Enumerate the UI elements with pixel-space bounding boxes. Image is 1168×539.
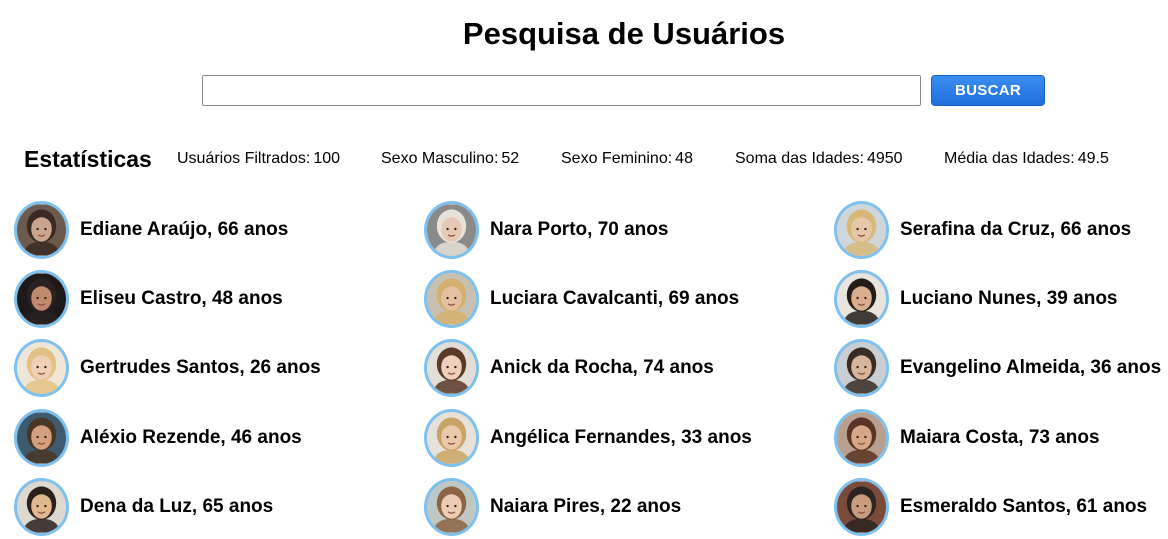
user-card: Luciano Nunes, 39 anos [834,269,1118,329]
user-name-age: Ediane Araújo, 66 anos [80,219,289,240]
user-name-age: Luciara Cavalcanti, 69 anos [490,288,740,309]
user-name-age: Eliseu Castro, 48 anos [80,288,283,309]
user-name-age: Nara Porto, 70 anos [490,219,669,240]
user-card: Luciara Cavalcanti, 69 anos [424,269,739,329]
avatar [424,409,479,467]
user-name-age: Luciano Nunes, 39 anos [900,288,1118,309]
user-card: Maiara Costa, 73 anos [834,408,1100,468]
user-name-age: Anick da Rocha, 74 anos [490,357,714,378]
avatar [424,339,479,397]
stat-value: 49.5 [1077,150,1109,167]
search-input[interactable] [202,75,921,106]
user-name-age: Maiara Costa, 73 anos [900,427,1100,448]
stats-heading: Estatísticas [24,146,152,172]
stat-value: 100 [313,150,341,167]
user-card: Serafina da Cruz, 66 anos [834,200,1131,260]
stat-label: Usuários Filtrados: [177,150,311,167]
user-name-age: Serafina da Cruz, 66 anos [900,219,1132,240]
user-card: Nara Porto, 70 anos [424,200,668,260]
user-card: Eliseu Castro, 48 anos [14,269,283,329]
stat-female: Sexo Feminino: 48 [561,149,693,169]
avatar [14,409,69,467]
avatar [14,270,69,328]
user-name-age: Gertrudes Santos, 26 anos [80,357,321,378]
user-card: Dena da Luz, 65 anos [14,477,273,537]
user-name-age: Dena da Luz, 65 anos [80,496,274,517]
avatar [14,339,69,397]
avatar [834,339,889,397]
stat-label: Sexo Feminino: [561,150,673,167]
avatar [834,201,889,259]
user-card: Gertrudes Santos, 26 anos [14,338,321,398]
stat-age-sum: Soma das Idades: 4950 [735,149,903,169]
avatar [14,201,69,259]
user-card: Anick da Rocha, 74 anos [424,338,714,398]
avatar [424,478,479,536]
user-card: Esmeraldo Santos, 61 anos [834,477,1147,537]
avatar [834,409,889,467]
search-button[interactable]: BUSCAR [931,75,1045,106]
page-title: Pesquisa de Usuários [462,16,786,51]
user-card: Angélica Fernandes, 33 anos [424,408,752,468]
avatar [834,478,889,536]
avatar [14,478,69,536]
stat-value: 48 [675,150,693,167]
stat-male: Sexo Masculino: 52 [381,149,519,169]
user-card: Naiara Pires, 22 anos [424,477,681,537]
avatar [424,201,479,259]
user-name-age: Esmeraldo Santos, 61 anos [900,496,1148,517]
stat-age-average: Média das Idades: 49.5 [944,149,1109,169]
avatar [424,270,479,328]
stat-value: 52 [501,150,520,167]
user-card: Aléxio Rezende, 46 anos [14,408,302,468]
user-name-age: Aléxio Rezende, 46 anos [80,427,302,448]
avatar [834,270,889,328]
user-name-age: Evangelino Almeida, 36 anos [900,357,1162,378]
stat-value: 4950 [866,150,903,167]
user-name-age: Angélica Fernandes, 33 anos [490,427,752,448]
stat-label: Sexo Masculino: [381,150,499,167]
stat-label: Média das Idades: [944,150,1075,167]
stat-label: Soma das Idades: [735,150,864,167]
user-card: Ediane Araújo, 66 anos [14,200,288,260]
user-name-age: Naiara Pires, 22 anos [490,496,682,517]
user-card: Evangelino Almeida, 36 anos [834,338,1161,398]
stat-filtered-users: Usuários Filtrados: 100 [177,149,340,169]
